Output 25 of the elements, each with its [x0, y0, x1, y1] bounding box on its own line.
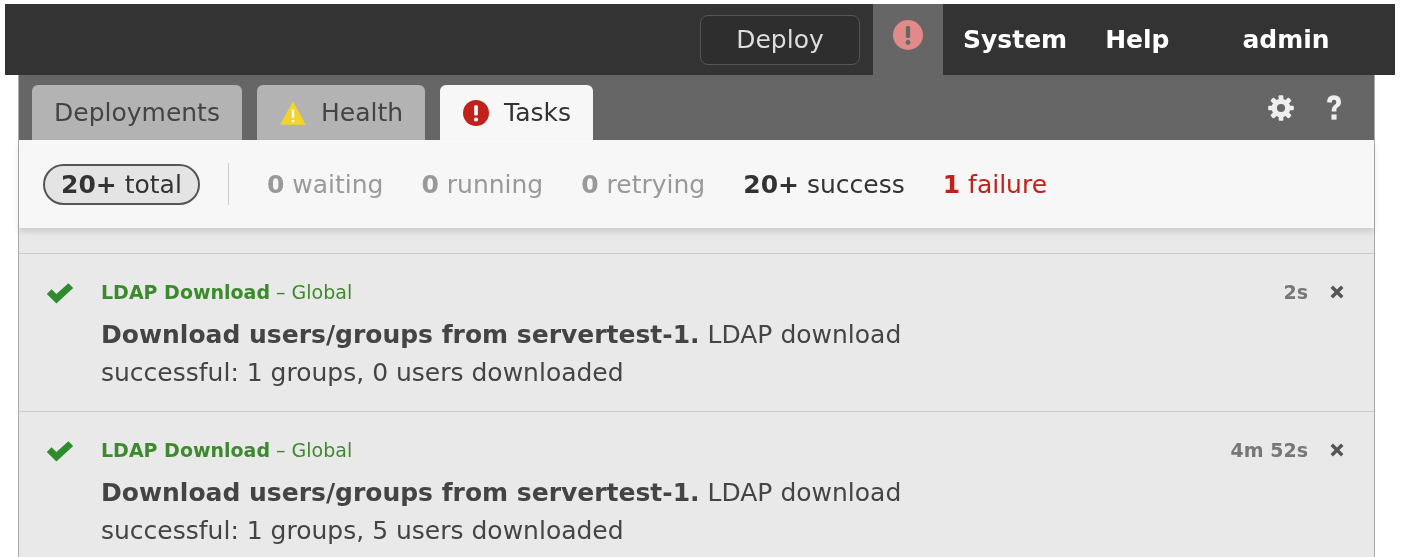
warning-icon [278, 99, 307, 126]
help-icon[interactable] [1324, 93, 1344, 122]
tab[interactable]: Health [256, 85, 426, 140]
nav-link[interactable]: System [963, 25, 1068, 54]
tab[interactable]: Tasks [440, 85, 594, 140]
task-time: 2s [1283, 281, 1308, 303]
alert-icon [893, 20, 923, 50]
stat-filter[interactable]: 1 failure [942, 169, 1048, 199]
task-title: LDAP Download – Global [101, 439, 354, 461]
task-time: 4m 52s [1230, 439, 1308, 461]
task-title: LDAP Download – Global [101, 281, 354, 303]
deploy-button[interactable]: Deploy [700, 14, 860, 65]
check-icon [45, 440, 75, 464]
nav-link[interactable]: admin [1242, 25, 1330, 54]
stat-filter[interactable]: 20+ success [743, 169, 905, 199]
nav-link[interactable]: Help [1105, 25, 1170, 54]
task-message: Download users/groups from servertest-1. LDAP download successful: 1 groups, 5 users downloaded [101, 477, 903, 547]
close-icon[interactable] [1330, 285, 1344, 299]
tab[interactable]: Deployments [32, 85, 242, 140]
close-icon[interactable] [1330, 443, 1344, 457]
check-icon [45, 282, 75, 306]
stat-filter[interactable]: 20+ total [43, 163, 200, 205]
error-icon [462, 99, 491, 126]
settings-icon[interactable] [1267, 93, 1295, 122]
task-message: Download users/groups from servertest-1. LDAP download successful: 1 groups, 0 users downloaded [101, 319, 903, 389]
